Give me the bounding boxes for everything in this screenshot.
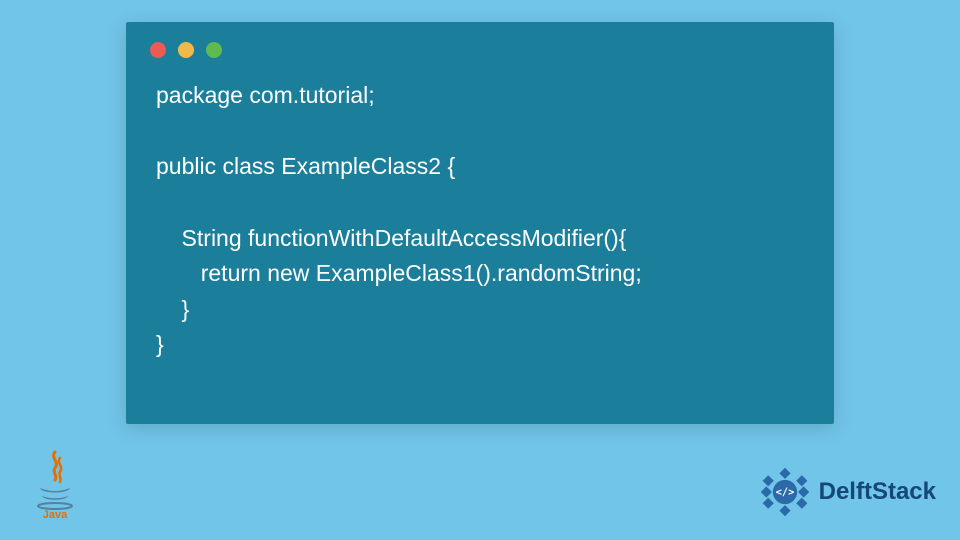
svg-text:</>: </> xyxy=(775,487,794,499)
java-logo-icon: Java xyxy=(30,450,80,520)
window-controls xyxy=(150,42,222,58)
delftstack-label: DelftStack xyxy=(819,478,936,506)
code-window: package com.tutorial; public class Examp… xyxy=(126,22,834,424)
close-icon[interactable] xyxy=(150,42,166,58)
code-block: package com.tutorial; public class Examp… xyxy=(156,78,814,363)
delftstack-logo: </> DelftStack xyxy=(757,464,936,520)
java-label: Java xyxy=(43,509,68,520)
minimize-icon[interactable] xyxy=(178,42,194,58)
maximize-icon[interactable] xyxy=(206,42,222,58)
delftstack-icon: </> xyxy=(757,464,813,520)
